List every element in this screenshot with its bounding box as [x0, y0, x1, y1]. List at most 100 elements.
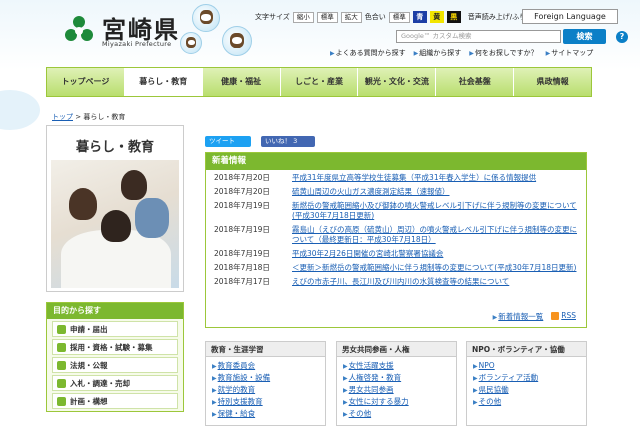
- color-blue-button[interactable]: 青: [412, 11, 427, 23]
- purpose-item-recruitment[interactable]: 採用・資格・試験・募集: [52, 339, 178, 355]
- arrow-icon: ▶: [492, 314, 498, 321]
- nav-infrastructure[interactable]: 社会基盤: [436, 68, 515, 96]
- sitemap-link[interactable]: ▶サイトマップ: [546, 48, 594, 60]
- category-link[interactable]: ▶人権啓発・教育: [343, 372, 450, 384]
- news-footer: ▶新着情報一覧 RSS: [493, 311, 576, 322]
- news-row: 2018年7月20日 平成31年度県立高等学校生徒募集（平成31年春入学生）に係る…: [214, 173, 578, 183]
- news-date: 2018年7月20日: [214, 187, 270, 196]
- arrow-icon: ▶: [212, 363, 217, 370]
- arrow-icon: ▶: [343, 363, 348, 370]
- purpose-item-laws[interactable]: 法規・公報: [52, 357, 178, 373]
- breadcrumb-current: 暮らし・教育: [83, 113, 126, 121]
- news-row: 2018年7月20日 硫黄山周辺の火山ガス濃度測定結果（速報値）: [214, 187, 578, 197]
- category-link[interactable]: ▶女性活躍支援: [343, 360, 450, 372]
- site-logo-subtitle: Miyazaki Prefecture: [102, 40, 172, 48]
- rss-link[interactable]: RSS: [551, 311, 576, 322]
- section-banner: 暮らし・教育: [46, 125, 184, 292]
- help-icon[interactable]: ?: [616, 31, 628, 43]
- breadcrumb: トップ > 暮らし・教育: [52, 112, 125, 122]
- tweet-button[interactable]: ツイート: [205, 136, 251, 147]
- category-link[interactable]: ▶その他: [473, 396, 580, 408]
- search-button[interactable]: 検索: [563, 29, 606, 44]
- nav-health-welfare[interactable]: 健康・福祉: [203, 68, 281, 96]
- arrow-icon: ▶: [212, 411, 217, 418]
- foreign-language-button[interactable]: Foreign Language: [522, 9, 618, 24]
- breadcrumb-separator: >: [75, 113, 82, 121]
- nav-work-industry[interactable]: しごと・産業: [281, 68, 359, 96]
- mascot-icon: [192, 4, 220, 32]
- news-row: 2018年7月17日 えびの市赤子川、長江川及び川内川の水質検査等の結果について: [214, 277, 578, 287]
- book-icon: [57, 360, 66, 370]
- category-link[interactable]: ▶ボランティア活動: [473, 372, 580, 384]
- category-box-gender-equality: 男女共同参画・人権 ▶女性活躍支援 ▶人権啓発・教育 ▶男女共同参画 ▶女性に対…: [336, 341, 457, 426]
- category-link[interactable]: ▶女性に対する暴力: [343, 396, 450, 408]
- category-link[interactable]: ▶県民協働: [473, 384, 580, 396]
- like-button[interactable]: いいね！ 3: [261, 136, 315, 147]
- category-title: NPO・ボランティア・協働: [467, 342, 586, 357]
- cart-icon: [57, 378, 66, 388]
- purpose-menu-title: 目的から探す: [47, 303, 183, 319]
- category-link[interactable]: ▶特別支援教育: [212, 396, 319, 408]
- faq-link[interactable]: ▶よくある質問から探す: [330, 48, 406, 60]
- news-link[interactable]: 平成31年度県立高等学校生徒募集（平成31年春入学生）に係る情報提供: [292, 173, 536, 183]
- color-yellow-button[interactable]: 黄: [429, 11, 444, 23]
- nav-living-education[interactable]: 暮らし・教育: [124, 68, 203, 96]
- category-link[interactable]: ▶教育施設・設備: [212, 372, 319, 384]
- search-input[interactable]: Google™ カスタム検索: [396, 30, 561, 43]
- purpose-item-plans[interactable]: 計画・構想: [52, 393, 178, 409]
- news-link[interactable]: 新燃岳の警戒範囲縮小及び御鉢の噴火警戒レベル引下げに伴う規制等の変更について(平…: [292, 201, 578, 221]
- arrow-icon: ▶: [343, 375, 348, 382]
- category-link[interactable]: ▶その他: [343, 408, 450, 420]
- left-column: 暮らし・教育 目的から探す 申請・届出 採用・資格・試験・募集 法規・公報 入札…: [46, 125, 184, 426]
- font-standard-button[interactable]: 標準: [316, 11, 338, 23]
- news-panel: 新着情報 2018年7月20日 平成31年度県立高等学校生徒募集（平成31年春入学…: [205, 152, 587, 328]
- font-shrink-button[interactable]: 縮小: [292, 11, 314, 23]
- category-link[interactable]: ▶教育委員会: [212, 360, 319, 372]
- category-link[interactable]: ▶男女共同参画: [343, 384, 450, 396]
- social-buttons: ツイート いいね！ 3: [205, 136, 315, 147]
- breadcrumb-top-link[interactable]: トップ: [52, 113, 73, 121]
- nav-tourism-culture[interactable]: 観光・文化・交流: [358, 68, 437, 96]
- news-list: 2018年7月20日 平成31年度県立高等学校生徒募集（平成31年春入学生）に係る…: [206, 170, 586, 287]
- nav-prefectural-info[interactable]: 県政情報: [514, 68, 591, 96]
- category-title: 教育・生涯学習: [206, 342, 325, 357]
- section-title: 暮らし・教育: [75, 140, 154, 155]
- purpose-item-bidding[interactable]: 入札・調達・売却: [52, 375, 178, 391]
- news-link[interactable]: ＜更新＞新燃岳の警戒範囲縮小に伴う規制等の変更について(平成30年7月18日更新…: [292, 263, 576, 273]
- org-link[interactable]: ▶組織から探す: [414, 48, 462, 60]
- color-black-button[interactable]: 黒: [446, 11, 461, 23]
- prefecture-emblem-icon[interactable]: [64, 14, 94, 44]
- category-link[interactable]: ▶NPO: [473, 360, 580, 372]
- arrow-icon: ▶: [545, 50, 551, 57]
- font-enlarge-button[interactable]: 拡大: [340, 11, 362, 23]
- purpose-menu: 目的から探す 申請・届出 採用・資格・試験・募集 法規・公報 入札・調達・売却 …: [46, 302, 184, 412]
- category-link[interactable]: ▶保健・給食: [212, 408, 319, 420]
- news-link[interactable]: 硫黄山周辺の火山ガス濃度測定結果（速報値）: [292, 187, 450, 197]
- header-links: ▶よくある質問から探す ▶組織から探す ▶何をお探しですか？ ▶サイトマップ: [330, 48, 593, 60]
- color-label: 色合い: [364, 13, 386, 21]
- what-looking-link[interactable]: ▶何をお探しですか？: [469, 48, 537, 60]
- category-title: 男女共同参画・人権: [337, 342, 456, 357]
- global-nav: トップページ 暮らし・教育 健康・福祉 しごと・産業 観光・文化・交流 社会基盤…: [46, 67, 592, 97]
- nav-top[interactable]: トップページ: [47, 68, 125, 96]
- mascot-icon: [222, 26, 252, 56]
- news-link[interactable]: 平成30年2月26日開催の宮崎北警察署協議会: [292, 249, 443, 259]
- header: 宮崎県 Miyazaki Prefecture 文字サイズ 縮小 標準 拡大 色…: [0, 0, 640, 130]
- font-size-label: 文字サイズ: [255, 13, 290, 21]
- news-link[interactable]: えびの市赤子川、長江川及び川内川の水質検査等の結果について: [292, 277, 509, 287]
- news-row: 2018年7月19日 霧島山（えびの高原（硫黄山）周辺）の噴火警戒レベル引下げに伴…: [214, 225, 578, 245]
- purpose-item-application[interactable]: 申請・届出: [52, 321, 178, 337]
- news-date: 2018年7月17日: [214, 277, 270, 286]
- arrow-icon: ▶: [330, 50, 335, 57]
- color-standard-button[interactable]: 標準: [388, 11, 410, 23]
- news-row: 2018年7月18日 ＜更新＞新燃岳の警戒範囲縮小に伴う規制等の変更について(平成…: [214, 263, 578, 273]
- rss-icon: [551, 312, 560, 320]
- news-link[interactable]: 霧島山（えびの高原（硫黄山）周辺）の噴火警戒レベル引下げに伴う規制等の変更につい…: [292, 225, 578, 245]
- arrow-icon: ▶: [343, 411, 348, 418]
- news-more-link[interactable]: ▶新着情報一覧: [493, 311, 544, 322]
- arrow-icon: ▶: [413, 50, 419, 57]
- category-link[interactable]: ▶就学的教育: [212, 384, 319, 396]
- arrow-icon: ▶: [469, 50, 474, 57]
- chart-icon: [57, 396, 66, 406]
- arrow-icon: ▶: [473, 387, 478, 394]
